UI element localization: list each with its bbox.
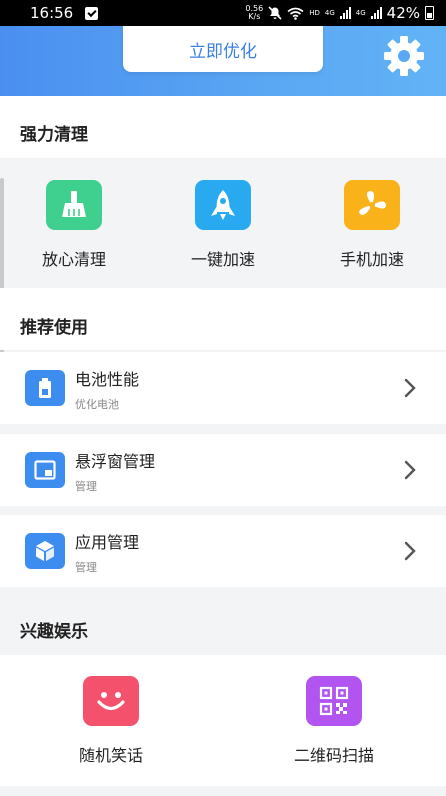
tile-qr-scan[interactable]: 二维码扫描 (274, 676, 394, 766)
status-bar: 16:56 0.56 K/s HD 4G 4G 42% (0, 0, 446, 26)
list-item-title: 电池性能 (75, 370, 140, 389)
section-title-clean: 强力清理 (20, 125, 88, 145)
battery-icon (25, 370, 65, 406)
battery-percent: 42% (386, 4, 420, 22)
chevron-right-icon (404, 541, 416, 561)
tile-safe-clean[interactable]: 放心清理 (14, 180, 134, 270)
tile-phone-boost[interactable]: 手机加速 (312, 180, 432, 270)
battery-status-icon (425, 6, 434, 20)
section-title-recommend: 推荐使用 (20, 318, 88, 338)
network-type-1: 4G (324, 9, 335, 17)
list-item-title: 悬浮窗管理 (75, 452, 156, 471)
list-item-title: 应用管理 (75, 533, 140, 552)
rocket-icon (195, 180, 251, 230)
optimize-now-button[interactable]: 立即优化 (123, 26, 323, 72)
list-item-subtitle: 管理 (75, 561, 97, 574)
tile-label: 二维码扫描 (293, 746, 374, 765)
tile-label: 一键加速 (190, 250, 255, 269)
network-speed: 0.56 K/s (245, 4, 264, 21)
message-notification-icon (85, 6, 99, 20)
fan-icon (344, 180, 400, 230)
status-time: 16:56 (30, 4, 74, 22)
broom-icon (46, 180, 102, 230)
tile-label: 手机加速 (339, 250, 404, 269)
section-title-fun: 兴趣娱乐 (20, 622, 88, 642)
wifi-icon (287, 7, 304, 20)
chevron-right-icon (404, 378, 416, 398)
list-item-app-management[interactable]: 应用管理 管理 (0, 515, 446, 587)
floating-window-icon (25, 452, 65, 488)
network-type-2: 4G (355, 9, 366, 17)
mute-icon (268, 6, 282, 20)
list-item-subtitle: 优化电池 (75, 398, 119, 411)
list-item-subtitle: 管理 (75, 480, 97, 493)
list-item-floating-window[interactable]: 悬浮窗管理 管理 (0, 434, 446, 506)
tile-random-joke[interactable]: 随机笑话 (51, 676, 171, 766)
tile-label: 随机笑话 (78, 746, 143, 765)
tile-one-key-boost[interactable]: 一键加速 (163, 180, 283, 270)
list-item-battery-performance[interactable]: 电池性能 优化电池 (0, 352, 446, 424)
gear-icon[interactable] (380, 32, 428, 80)
hd-label: HD (309, 9, 320, 17)
tile-label: 放心清理 (41, 250, 106, 269)
cube-icon (25, 533, 65, 569)
header-banner: 立即优化 (0, 26, 446, 96)
smile-icon (83, 676, 139, 726)
signal-icon (370, 7, 382, 19)
signal-icon (339, 7, 351, 19)
qr-code-icon (306, 676, 362, 726)
chevron-right-icon (404, 460, 416, 480)
